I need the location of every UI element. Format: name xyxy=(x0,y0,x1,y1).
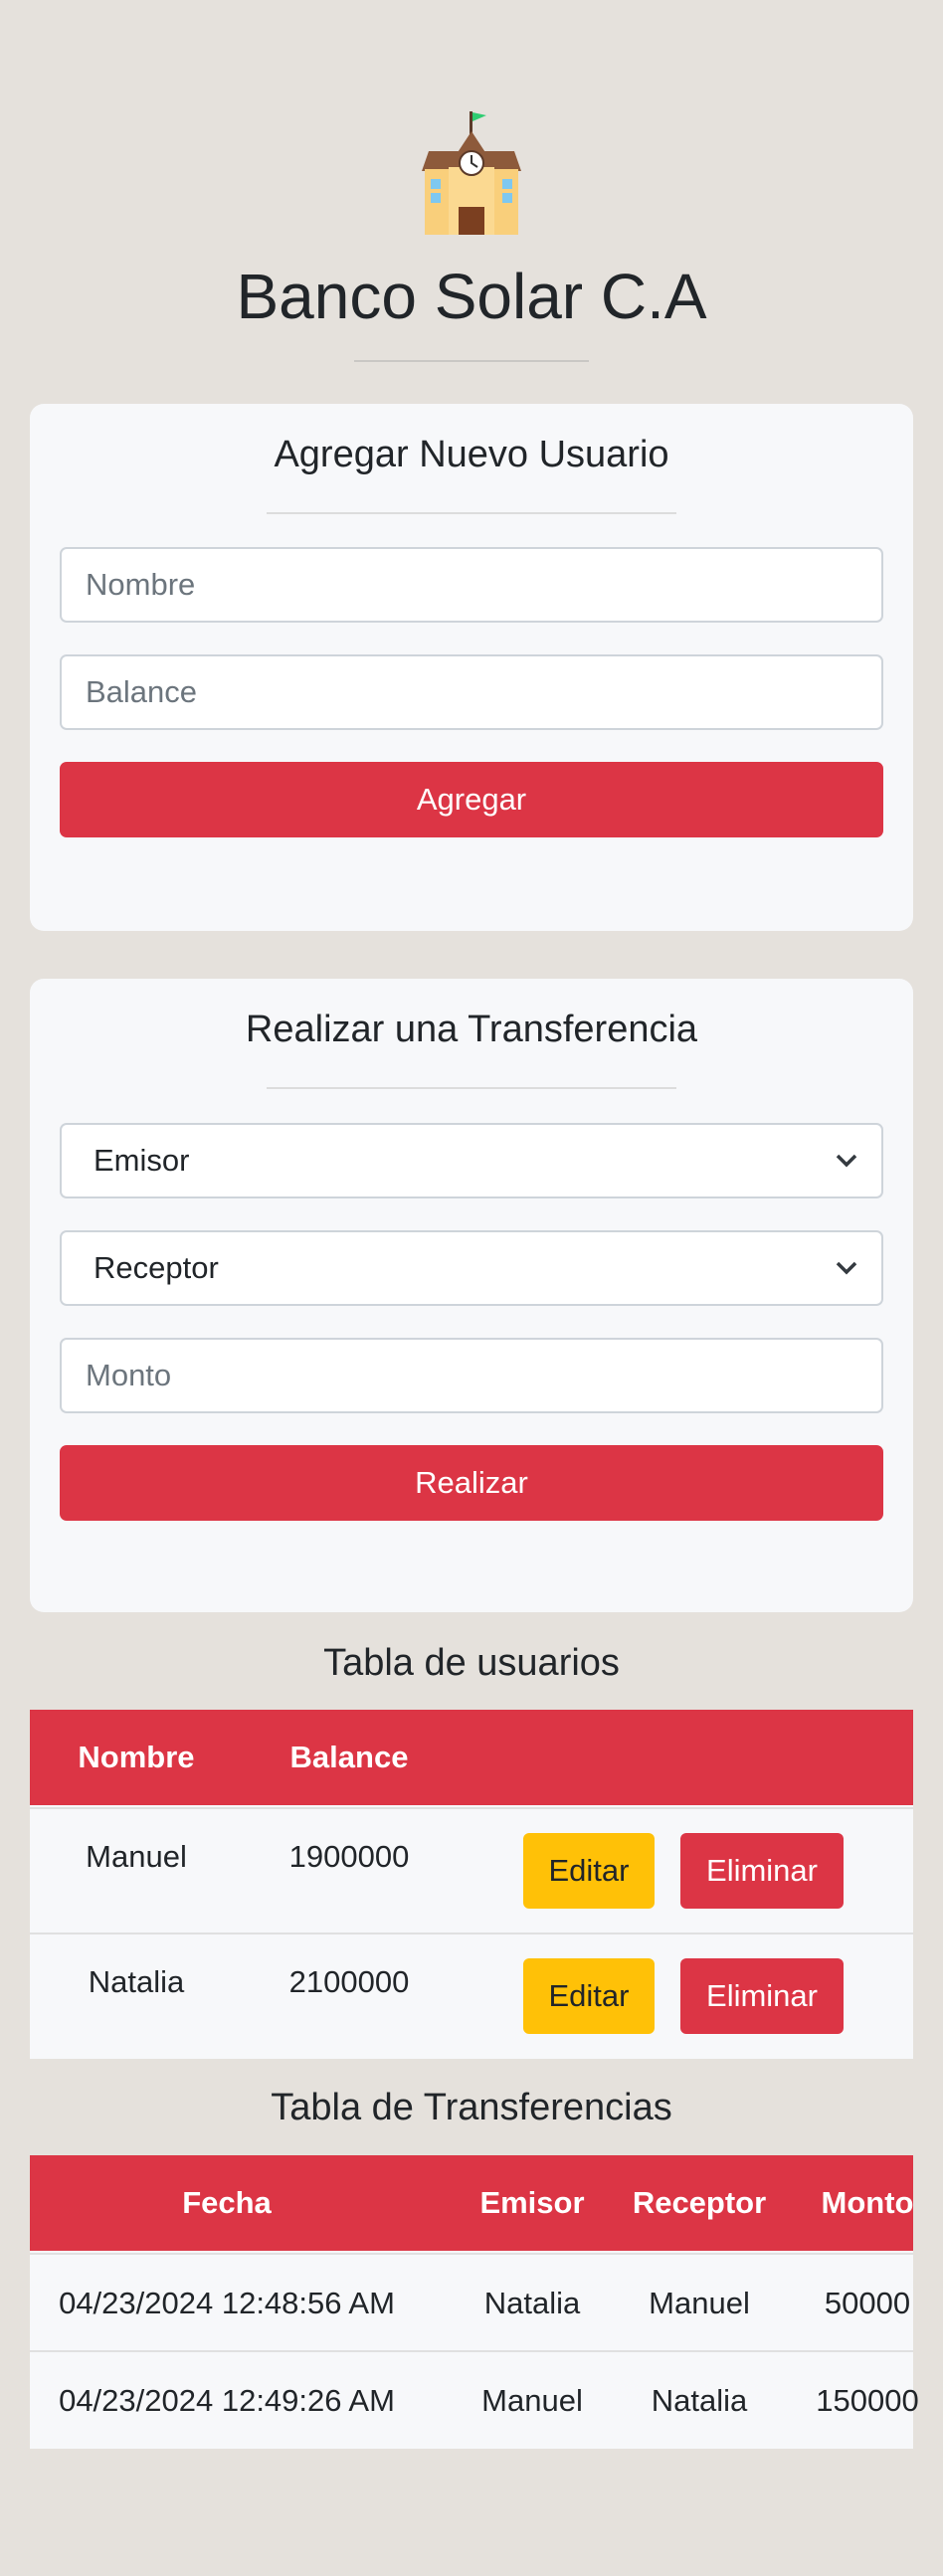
sender-select-value: Emisor xyxy=(94,1143,190,1178)
transfers-table-title: Tabla de Transferencias xyxy=(271,2087,672,2128)
user-name-cell: Manuel xyxy=(86,1839,187,1874)
table-row: 04/23/2024 12:49:26 AM Manuel Natalia 15… xyxy=(30,2350,919,2449)
delete-button[interactable]: Eliminar xyxy=(680,1958,844,2034)
transfer-date-cell: 04/23/2024 12:48:56 AM xyxy=(59,2286,395,2320)
transfers-table-header: Fecha Emisor Receptor Monto xyxy=(30,2155,913,2251)
title-divider xyxy=(354,360,589,362)
user-balance-cell: 1900000 xyxy=(288,1839,410,1874)
column-header-receiver: Receptor xyxy=(632,2185,767,2220)
app-title: Banco Solar C.A xyxy=(236,261,707,332)
table-row: Natalia 2100000 Editar Eliminar xyxy=(30,1932,913,2059)
transfers-table: Fecha Emisor Receptor Monto 04/23/2024 1… xyxy=(30,2155,919,2449)
users-table-title: Tabla de usuarios xyxy=(323,1642,620,1684)
table-row: 04/23/2024 12:48:56 AM Natalia Manuel 50… xyxy=(30,2253,913,2350)
name-field[interactable] xyxy=(60,547,883,623)
name-input[interactable] xyxy=(86,567,857,603)
balance-field[interactable] xyxy=(60,654,883,730)
amount-field[interactable] xyxy=(60,1338,883,1413)
receiver-select[interactable]: Receptor xyxy=(60,1230,883,1306)
transfer-receiver-cell: Natalia xyxy=(651,2383,748,2418)
receiver-select-value: Receptor xyxy=(94,1250,219,1285)
column-header-name: Nombre xyxy=(78,1740,195,1774)
sender-select[interactable]: Emisor xyxy=(60,1123,883,1198)
transfer-button[interactable]: Realizar xyxy=(60,1445,883,1521)
add-user-card: Agregar Nuevo Usuario Agregar xyxy=(30,404,913,931)
edit-button[interactable]: Editar xyxy=(523,1958,655,2034)
column-header-amount: Monto xyxy=(821,2185,914,2220)
transfer-date-cell: 04/23/2024 12:49:26 AM xyxy=(59,2383,395,2418)
chevron-down-icon xyxy=(836,1261,857,1275)
column-header-date: Fecha xyxy=(182,2185,272,2220)
delete-button[interactable]: Eliminar xyxy=(680,1833,844,1909)
transfer-amount-cell: 50000 xyxy=(824,2286,911,2320)
transfer-card: Realizar una Transferencia Emisor Recept… xyxy=(30,979,913,1612)
add-user-button[interactable]: Agregar xyxy=(60,762,883,837)
user-balance-cell: 2100000 xyxy=(288,1964,410,1999)
card-divider xyxy=(267,512,676,514)
transfer-amount-cell: 150000 xyxy=(816,2383,919,2418)
add-user-title: Agregar Nuevo Usuario xyxy=(274,434,669,475)
card-divider xyxy=(267,1087,676,1089)
transfer-title: Realizar una Transferencia xyxy=(245,1009,698,1050)
edit-button[interactable]: Editar xyxy=(523,1833,655,1909)
users-table: Nombre Balance Manuel 1900000 Editar Eli… xyxy=(30,1710,913,2059)
school-building-icon xyxy=(422,111,521,235)
users-table-header: Nombre Balance xyxy=(30,1710,913,1805)
column-header-balance: Balance xyxy=(289,1740,409,1774)
table-row: Manuel 1900000 Editar Eliminar xyxy=(30,1807,913,1932)
balance-input[interactable] xyxy=(86,674,857,710)
user-name-cell: Natalia xyxy=(88,1964,185,1999)
transfer-receiver-cell: Manuel xyxy=(649,2286,750,2320)
amount-input[interactable] xyxy=(86,1358,857,1393)
chevron-down-icon xyxy=(836,1154,857,1168)
